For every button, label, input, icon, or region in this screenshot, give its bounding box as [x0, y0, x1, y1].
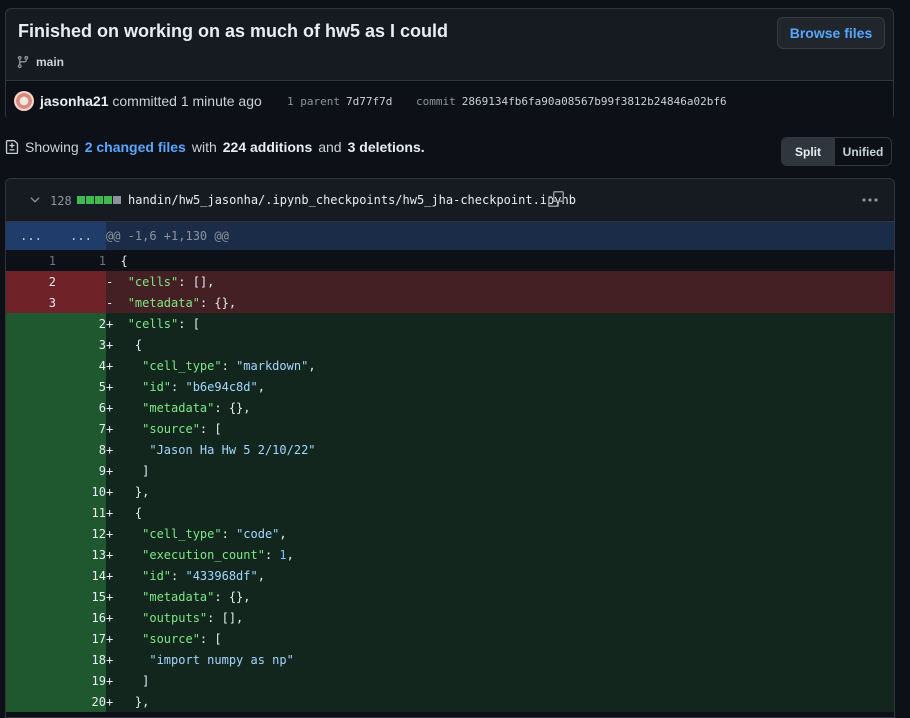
- diff-line-added: 17 + "source": [: [6, 628, 894, 649]
- diff-line-added: 8 + "Jason Ha Hw 5 2/10/22": [6, 439, 894, 460]
- summary-and: and: [318, 139, 342, 155]
- diff-line-added: 5 + "id": "b6e94c8d",: [6, 376, 894, 397]
- commit-action: committed: [112, 93, 177, 109]
- parent-label: 1 parent: [287, 95, 340, 108]
- parent-sha-link[interactable]: 7d77f7d: [346, 95, 392, 108]
- diff-line-added: 16 + "outputs": [],: [6, 607, 894, 628]
- diffstat-blocks: [77, 196, 121, 204]
- hunk-header: @@ -1,6 +1,130 @@: [106, 222, 894, 250]
- diff-line-deleted: 3- "metadata": {},: [6, 292, 894, 313]
- changed-files-link[interactable]: 2 changed files: [85, 139, 186, 155]
- commit-sha: 2869134fb6fa90a08567b99f3812b24846a02bf6: [461, 95, 727, 108]
- parent-info: 1 parent 7d77f7d: [287, 95, 392, 108]
- commit-label: commit: [416, 95, 456, 108]
- deletions-count: 3 deletions.: [347, 139, 425, 155]
- diff-file: 128 handin/hw5_jasonha/.ipynb_checkpoint…: [5, 178, 895, 718]
- expand-down-button[interactable]: ...: [56, 222, 106, 250]
- diff-line-added: 15 + "metadata": {},: [6, 586, 894, 607]
- diff-line-added: 11 + {: [6, 502, 894, 523]
- diff-table: ... ... @@ -1,6 +1,130 @@ 11 { 2- "cells…: [6, 222, 894, 712]
- summary-showing: Showing: [25, 139, 79, 155]
- branch-name: main: [36, 55, 65, 69]
- diff-line-added: 12 + "cell_type": "code",: [6, 523, 894, 544]
- split-view-button[interactable]: Split: [782, 138, 835, 165]
- diff-line-added: 4 + "cell_type": "markdown",: [6, 355, 894, 376]
- diff-line-deleted: 2- "cells": [],: [6, 271, 894, 292]
- diff-line: 11 {: [6, 250, 894, 271]
- diff-line-added: 3 + {: [6, 334, 894, 355]
- author-line: jasonha21 committed 1 minute ago: [40, 93, 262, 109]
- diff-line-added: 13 + "execution_count": 1,: [6, 544, 894, 565]
- diff-line-added: 14 + "id": "433968df",: [6, 565, 894, 586]
- author-link[interactable]: jasonha21: [40, 93, 108, 109]
- diff-line-added: 10 + },: [6, 481, 894, 502]
- diff-summary: Showing 2 changed files with 224 additio…: [5, 139, 425, 155]
- commit-sha-info: commit 2869134fb6fa90a08567b99f3812b24846…: [416, 95, 727, 108]
- diff-line-added: 19 + ]: [6, 670, 894, 691]
- diff-line-added: 20 + },: [6, 691, 894, 712]
- diff-line-added: 18 + "import numpy as np": [6, 649, 894, 670]
- chevron-down-icon[interactable]: [28, 193, 42, 207]
- diff-line-added: 7 + "source": [: [6, 418, 894, 439]
- diff-line-added: 6 + "metadata": {},: [6, 397, 894, 418]
- diff-line-added: 9 + ]: [6, 460, 894, 481]
- diff-line-added: 2 + "cells": [: [6, 313, 894, 334]
- file-diff-icon: [5, 140, 19, 154]
- diff-file-header: 128 handin/hw5_jasonha/.ipynb_checkpoint…: [6, 179, 894, 222]
- hunk-row: ... ... @@ -1,6 +1,130 @@: [6, 222, 894, 250]
- unified-view-button[interactable]: Unified: [835, 138, 891, 165]
- summary-with: with: [191, 139, 217, 155]
- commit-time: 1 minute ago: [180, 93, 262, 109]
- branch-label[interactable]: main: [16, 55, 64, 69]
- avatar[interactable]: [14, 91, 34, 111]
- git-branch-icon: [17, 55, 29, 69]
- browse-files-button[interactable]: Browse files: [777, 17, 885, 49]
- copy-icon[interactable]: [548, 191, 564, 207]
- diff-view-toggle: Split Unified: [781, 137, 892, 166]
- expand-up-button[interactable]: ...: [6, 222, 56, 250]
- file-path-link[interactable]: handin/hw5_jasonha/.ipynb_checkpoints/hw…: [128, 193, 576, 207]
- change-count: 128: [50, 194, 72, 208]
- commit-meta-bar: jasonha21 committed 1 minute ago 1 paren…: [6, 80, 893, 121]
- commit-title: Finished on working on as much of hw5 as…: [18, 21, 449, 41]
- kebab-horizontal-icon[interactable]: [862, 198, 878, 202]
- additions-count: 224 additions: [222, 139, 313, 155]
- commit-header: Finished on working on as much of hw5 as…: [5, 8, 894, 121]
